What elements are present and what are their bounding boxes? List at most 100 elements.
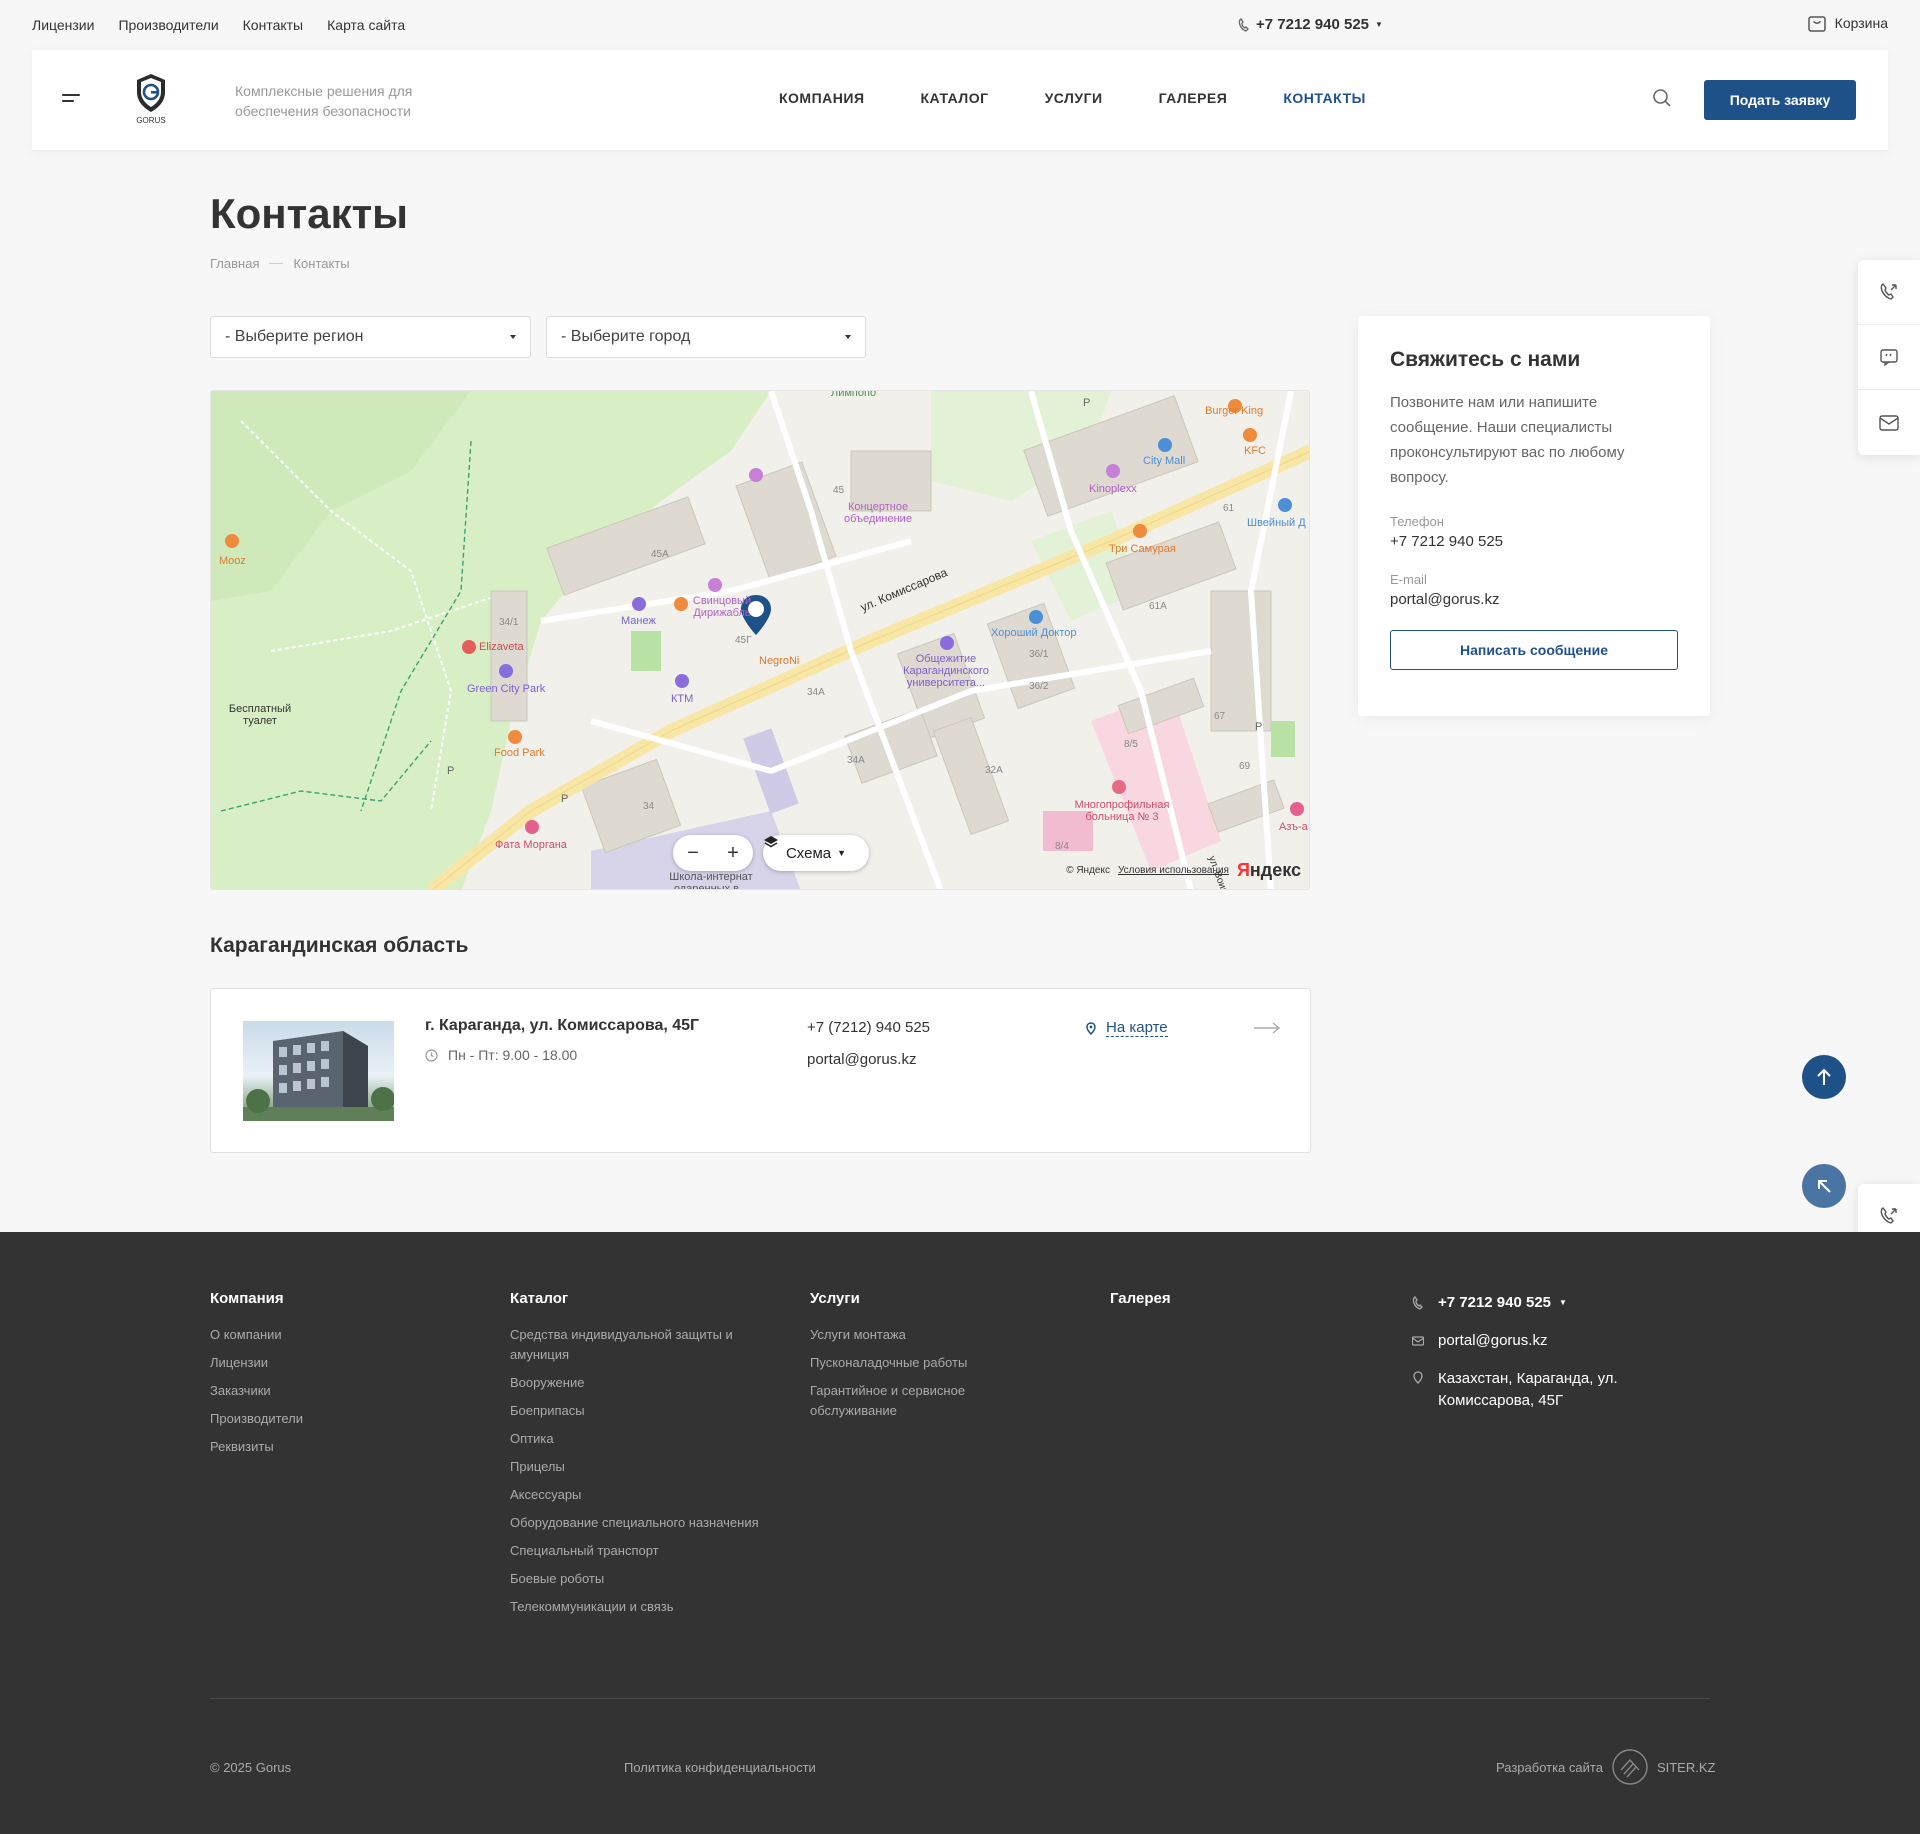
footer-link[interactable]: Боевые роботы (510, 1569, 770, 1589)
footer-link[interactable]: Пусконаладочные работы (810, 1353, 1010, 1373)
top-links: Лицензии Производители Контакты Карта са… (32, 17, 405, 33)
manezh-icon[interactable] (631, 596, 647, 612)
write-message-button[interactable]: Написать сообщение (1390, 630, 1678, 670)
az-icon[interactable] (1289, 801, 1305, 817)
office-card[interactable]: г. Караганда, ул. Комиссарова, 45Г Пн - … (210, 988, 1311, 1153)
footer-link[interactable]: Оборудование специального назначения (510, 1513, 770, 1533)
hospital-icon[interactable] (1111, 779, 1127, 795)
yandex-logo[interactable]: Яндекс (1237, 860, 1301, 881)
footer-link[interactable]: Боеприпасы (510, 1401, 770, 1421)
food-park-icon[interactable] (507, 729, 523, 745)
map-label: 61 (1223, 503, 1235, 514)
main-header: GORUS Комплексные решения для обеспечени… (32, 50, 1888, 150)
footer-link[interactable]: Прицелы (510, 1457, 770, 1477)
elizaveta-icon[interactable] (461, 639, 477, 655)
map-label: 34/1 (499, 617, 519, 628)
city-mall-icon[interactable] (1157, 437, 1173, 453)
scroll-top-button[interactable] (1802, 1055, 1846, 1099)
footer-link[interactable]: Реквизиты (210, 1437, 303, 1457)
site-footer: Компания О компании Лицензии Заказчики П… (0, 1232, 1920, 1834)
footer-link[interactable]: О компании (210, 1325, 303, 1345)
menu-burger-icon[interactable] (62, 94, 80, 106)
footer-link[interactable]: Телекоммуникации и связь (510, 1597, 770, 1617)
top-phone[interactable]: +7 7212 940 525 ▼ (1238, 16, 1383, 33)
map-layer-button[interactable]: Схема ▼ (763, 835, 869, 871)
footer-link[interactable]: Вооружение (510, 1373, 770, 1393)
good-doctor-icon[interactable] (1028, 609, 1044, 625)
footer-link[interactable]: Специальный транспорт (510, 1541, 770, 1561)
footer-col-title[interactable]: Компания (210, 1290, 303, 1307)
office-map-link[interactable]: На карте (1086, 1019, 1168, 1037)
widget-toggle-button[interactable] (1802, 1164, 1846, 1208)
footer-col-title[interactable]: Услуги (810, 1290, 1010, 1307)
site-logo[interactable]: GORUS (134, 72, 168, 126)
footer-phone-row[interactable]: +7 7212 940 525 ▼ (1412, 1292, 1638, 1314)
footer-contacts: +7 7212 940 525 ▼ portal@gorus.kz Казахс… (1412, 1292, 1638, 1428)
footer-link[interactable]: Гарантийное и сервисное обслуживание (810, 1381, 1010, 1421)
kinoplexx-icon[interactable] (1105, 463, 1121, 479)
yandex-logo-first: Я (1236, 860, 1250, 880)
top-link-manufacturers[interactable]: Производители (118, 17, 218, 33)
footer-link[interactable]: Аксессуары (510, 1485, 770, 1505)
privacy-policy-link[interactable]: Политика конфиденциальности (624, 1760, 816, 1775)
region-title: Карагандинская область (210, 934, 469, 957)
city-select-value: - Выберите город (561, 328, 691, 345)
nav-services[interactable]: УСЛУГИ (1045, 90, 1103, 106)
fata-morgana-icon[interactable] (524, 819, 540, 835)
footer-col-title[interactable]: Галерея (1110, 1290, 1171, 1307)
footer-email-row[interactable]: portal@gorus.kz (1412, 1330, 1638, 1352)
breadcrumb-home[interactable]: Главная (210, 256, 259, 271)
caret-down-icon (510, 335, 516, 339)
footer-link[interactable]: Средства индивидуальной защиты и амуници… (510, 1325, 770, 1365)
ktm-icon[interactable] (674, 673, 690, 689)
region-select[interactable]: - Выберите регион (210, 316, 531, 358)
nav-company[interactable]: КОМПАНИЯ (779, 90, 865, 106)
kfc-icon[interactable] (1242, 427, 1258, 443)
city-select[interactable]: - Выберите город (546, 316, 866, 358)
clock-icon (425, 1048, 438, 1062)
concert-icon[interactable] (748, 467, 764, 483)
map-label: 45А (651, 549, 669, 560)
yandex-map[interactable]: Лимпопо Burger King City Mall KFC Kinopl… (210, 390, 1310, 890)
top-link-licenses[interactable]: Лицензии (32, 17, 94, 33)
svintsovy-icon[interactable] (707, 577, 723, 593)
chat-icon[interactable] (1858, 325, 1920, 390)
cart-label: Корзина (1834, 15, 1888, 31)
apply-button[interactable]: Подать заявку (1704, 80, 1856, 120)
footer-link[interactable]: Оптика (510, 1429, 770, 1449)
arrow-right-icon[interactable] (1253, 1021, 1281, 1035)
siter-logo-icon (1612, 1749, 1648, 1785)
breadcrumb: Главная Контакты (210, 256, 350, 271)
footer-link[interactable]: Лицензии (210, 1353, 303, 1373)
zoom-out-button[interactable]: − (673, 835, 713, 871)
office-email[interactable]: portal@gorus.kz (807, 1051, 916, 1068)
cart-link[interactable]: Корзина (1807, 14, 1888, 32)
nav-contacts[interactable]: КОНТАКТЫ (1283, 90, 1365, 106)
zoom-in-button[interactable]: + (713, 835, 753, 871)
sewing-icon[interactable] (1277, 497, 1293, 513)
office-phone[interactable]: +7 (7212) 940 525 (807, 1019, 930, 1036)
contact-phone[interactable]: +7 7212 940 525 (1390, 533, 1678, 550)
mail-icon[interactable] (1858, 390, 1920, 455)
top-link-contacts[interactable]: Контакты (243, 17, 303, 33)
map-label: Свинцовый Дирижабль (692, 595, 752, 619)
site-slogan: Комплексные решения для обеспечения безо… (235, 83, 413, 119)
nav-catalog[interactable]: КАТАЛОГ (921, 90, 989, 106)
dorm-icon[interactable] (939, 635, 955, 651)
map-terms-link[interactable]: Условия использования (1118, 865, 1229, 876)
footer-link[interactable]: Заказчики (210, 1381, 303, 1401)
contact-email[interactable]: portal@gorus.kz (1390, 591, 1678, 608)
map-zoom-control: − + (673, 835, 753, 871)
tri-samuraya-icon[interactable] (1132, 523, 1148, 539)
nav-gallery[interactable]: ГАЛЕРЕЯ (1159, 90, 1228, 106)
search-icon[interactable] (1652, 88, 1672, 108)
mooz-icon[interactable] (224, 533, 240, 549)
callback-icon[interactable] (1858, 260, 1920, 325)
footer-col-title[interactable]: Каталог (510, 1290, 770, 1307)
green-city-icon[interactable] (498, 663, 514, 679)
footer-link[interactable]: Производители (210, 1409, 303, 1429)
top-link-sitemap[interactable]: Карта сайта (327, 17, 405, 33)
footer-link[interactable]: Услуги монтажа (810, 1325, 1010, 1345)
developer-credit[interactable]: Разработка сайта SITER.KZ (1496, 1748, 1715, 1786)
map-label: Mooz (219, 555, 246, 567)
